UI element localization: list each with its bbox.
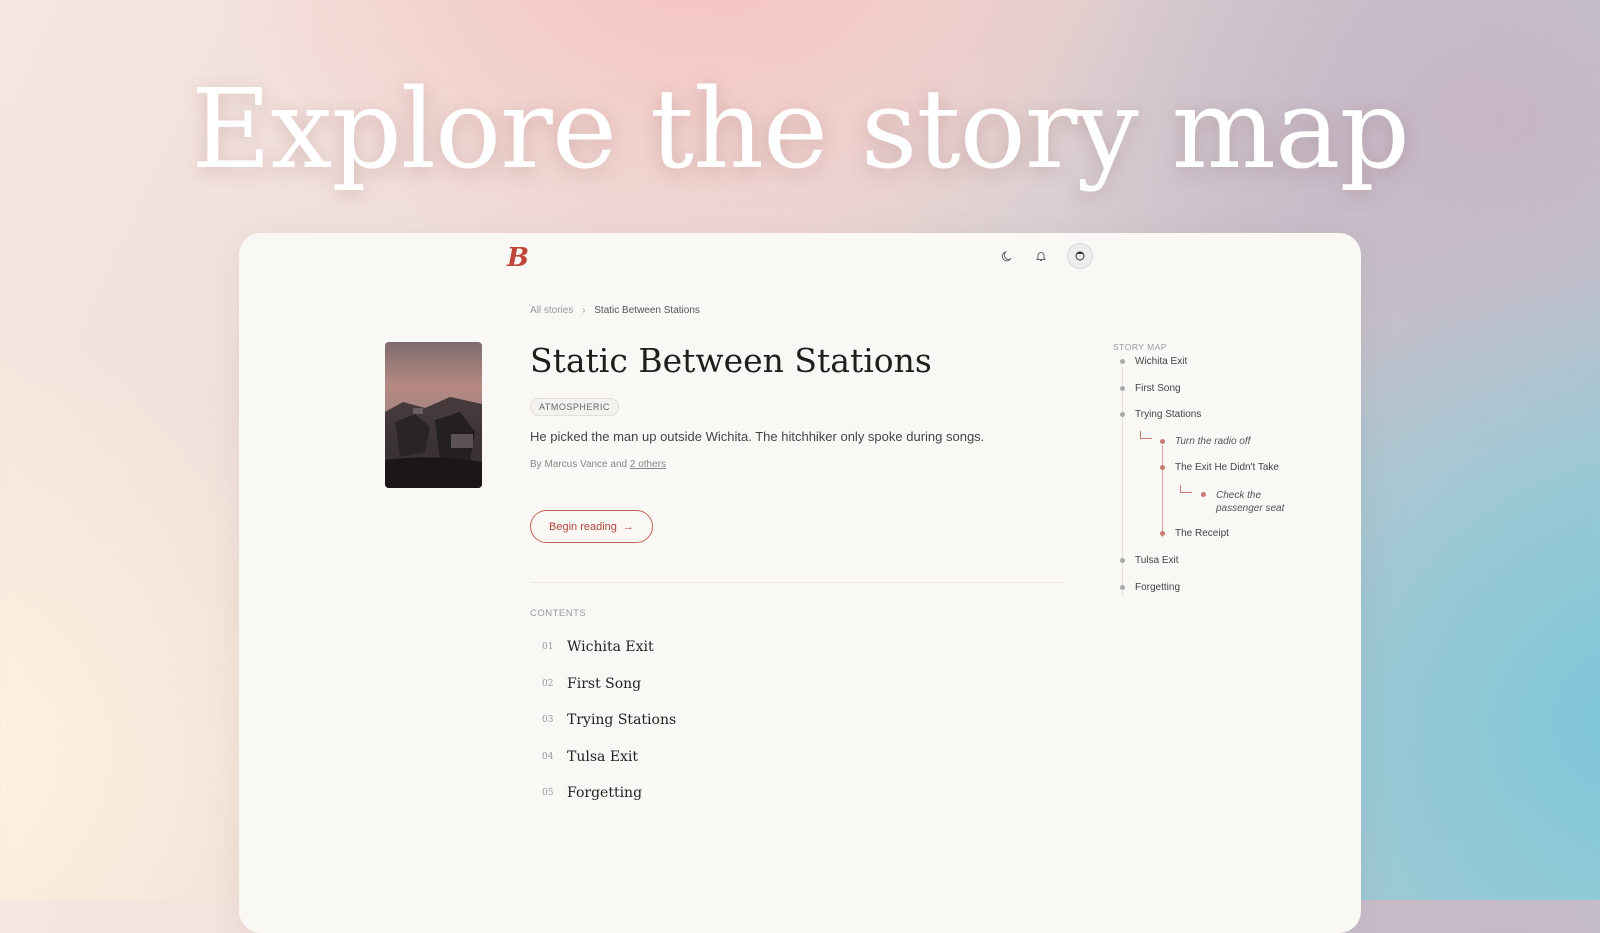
avatar[interactable] [1067,243,1093,269]
chapter-number: 03 [542,715,554,726]
begin-reading-button[interactable]: Begin reading → [530,510,653,543]
chapter-title: Forgetting [567,785,643,802]
map-node-dot [1160,531,1165,536]
story-title: Static Between Stations [530,341,932,380]
map-node[interactable]: Trying Stations [1135,409,1201,420]
story-cover-image [385,342,482,488]
story-byline: By Marcus Vance and 2 others [530,459,666,470]
map-branch-connector [1180,485,1192,493]
contents-list: 01 Wichita Exit 02 First Song 03 Trying Sta… [542,629,676,812]
moon-icon[interactable] [999,248,1015,264]
map-node-dot [1120,558,1125,563]
chapter-title: Tulsa Exit [567,748,639,765]
byline-authors: By Marcus Vance and [530,459,628,470]
contents-heading: CONTENTS [530,608,587,619]
app-window: B All stories › Static Between Stations … [239,233,1361,933]
contents-item[interactable]: 01 Wichita Exit [542,629,676,666]
map-node[interactable]: Forgetting [1135,582,1180,593]
chapter-number: 05 [542,788,554,799]
map-node[interactable]: The Receipt [1175,528,1229,539]
chapter-title: First Song [567,675,642,692]
map-node[interactable]: First Song [1135,383,1181,394]
divider [530,582,1065,583]
contents-item[interactable]: 05 Forgetting [542,775,676,812]
chapter-title: Wichita Exit [567,639,654,656]
chapter-number: 02 [542,678,554,689]
map-node-dot [1120,386,1125,391]
chapter-title: Trying Stations [567,712,677,729]
breadcrumb: All stories › Static Between Stations [530,305,700,316]
map-branch-line [1162,445,1163,537]
map-node[interactable]: Wichita Exit [1135,356,1187,367]
begin-reading-label: Begin reading [549,520,617,533]
chapter-number: 04 [542,751,554,762]
map-branch-connector [1140,431,1152,439]
story-description: He picked the man up outside Wichita. Th… [530,429,985,444]
hero-title: Explore the story map [191,65,1410,193]
byline-others-link[interactable]: 2 others [630,459,666,470]
arrow-right-icon: → [622,520,634,533]
map-node-dot [1120,359,1125,364]
map-node[interactable]: The Exit He Didn't Take [1175,462,1279,473]
contents-item[interactable]: 04 Tulsa Exit [542,739,676,776]
map-node-dot [1120,412,1125,417]
map-node[interactable]: Tulsa Exit [1135,555,1179,566]
breadcrumb-current: Static Between Stations [594,305,700,316]
breadcrumb-separator: › [582,305,586,316]
map-node-dot [1160,465,1165,470]
map-node-dot [1201,492,1206,497]
map-node-dot [1120,585,1125,590]
chapter-number: 01 [542,642,554,653]
map-node[interactable]: Turn the radio off [1175,436,1250,447]
app-logo[interactable]: B [507,243,529,273]
map-node-dot [1160,439,1165,444]
bell-icon[interactable] [1033,248,1049,264]
contents-item[interactable]: 03 Trying Stations [542,702,676,739]
story-map-heading: STORY MAP [1113,342,1168,352]
header-actions [999,243,1093,269]
map-node[interactable]: Check the passenger seat [1216,489,1296,515]
contents-item[interactable]: 02 First Song [542,666,676,703]
breadcrumb-all-stories[interactable]: All stories [530,305,573,316]
genre-tag: ATMOSPHERIC [530,398,619,416]
